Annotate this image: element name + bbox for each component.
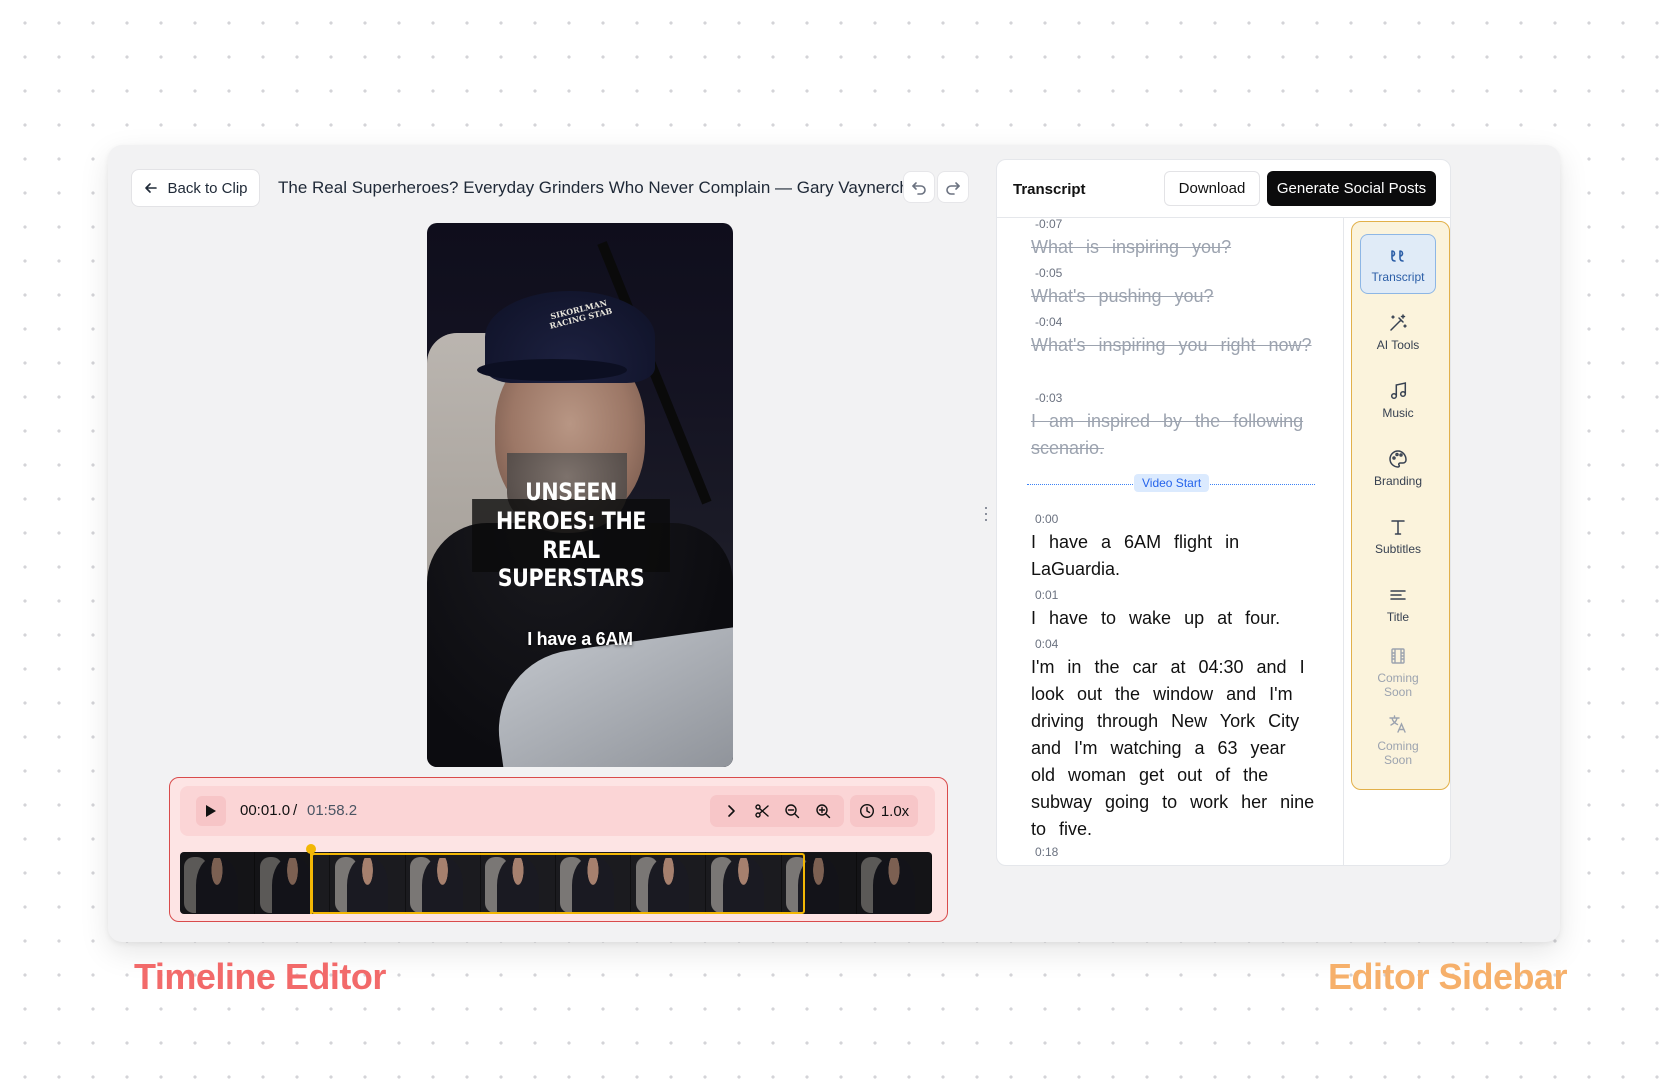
sidebar-item-title[interactable]: Title bbox=[1360, 574, 1436, 634]
filmstrip-frame bbox=[406, 852, 481, 914]
clip-title: The Real Superheroes? Everyday Grinders … bbox=[278, 178, 927, 197]
segment-text[interactable]: I am inspired by the following scenario. bbox=[1031, 408, 1316, 462]
sidebar-item-subtitles[interactable]: Subtitles bbox=[1360, 506, 1436, 566]
segment-timestamp: -0:07 bbox=[1035, 218, 1063, 231]
sidebar-item-ai-tools[interactable]: AI Tools bbox=[1360, 302, 1436, 362]
undo-icon bbox=[912, 182, 926, 195]
sidebar-item-branding[interactable]: Branding bbox=[1360, 438, 1436, 498]
arrow-left-icon bbox=[145, 183, 158, 193]
sidebar-item-label: Title bbox=[1386, 609, 1410, 624]
video-subtitle: I have a 6AM bbox=[527, 629, 633, 649]
expand-button[interactable] bbox=[718, 798, 744, 824]
timeline-tools bbox=[710, 795, 844, 827]
speed-value: 1.0x bbox=[880, 802, 910, 820]
segment-timestamp: 0:01 bbox=[1035, 588, 1059, 602]
editor-sidebar-callout: Editor Sidebar bbox=[1328, 956, 1568, 997]
back-to-clip-button[interactable]: Back to Clip bbox=[131, 169, 260, 207]
clock-icon bbox=[859, 803, 874, 819]
transcript-segment[interactable]: 0:01 I have to wake up at four. bbox=[1031, 588, 1316, 632]
text-icon bbox=[1391, 519, 1405, 535]
segment-timestamp: -0:05 bbox=[1035, 266, 1063, 280]
sidebar-item-label: Coming Soon bbox=[1377, 670, 1419, 699]
redo-icon bbox=[946, 182, 960, 195]
panel-resize-handle[interactable] bbox=[982, 507, 990, 521]
segment-timestamp: 0:04 bbox=[1035, 637, 1059, 651]
music-note-icon bbox=[1390, 381, 1407, 399]
play-icon bbox=[206, 805, 216, 817]
play-button[interactable] bbox=[196, 796, 226, 826]
transcript-segment-deleted[interactable]: -0:04 What's inspiring you right now? bbox=[1031, 315, 1316, 359]
timeline-editor-callout: Timeline Editor bbox=[134, 956, 386, 997]
filmstrip-frame bbox=[706, 852, 782, 914]
timeline-editor: 00:01.0 / 01:58.2 1.0x bbox=[169, 777, 948, 922]
scissors-icon bbox=[755, 804, 769, 818]
transcript-segment[interactable]: 0:04 I'm in the car at 04:30 and I look … bbox=[1031, 637, 1316, 843]
playback-speed-button[interactable]: 1.0x bbox=[850, 795, 918, 827]
segment-timestamp: 0:00 bbox=[1035, 512, 1059, 526]
current-time: 00:01.0 bbox=[240, 802, 291, 819]
filmstrip-frame bbox=[481, 852, 557, 914]
quote-icon bbox=[1391, 249, 1404, 262]
filmstrip-frame bbox=[631, 852, 707, 914]
video-preview[interactable]: SIKORLMAN RACING STAB UNSEEN HEROES: THE… bbox=[427, 223, 733, 767]
video-start-badge: Video Start bbox=[1134, 474, 1210, 492]
video-cap-brim bbox=[477, 359, 627, 381]
sidebar-item-coming-soon-translate: Coming Soon bbox=[1360, 710, 1436, 770]
sidebar-item-label: Music bbox=[1382, 405, 1414, 420]
filmstrip-frame bbox=[556, 852, 632, 914]
palette-icon bbox=[1389, 449, 1407, 468]
zoom-in-button[interactable] bbox=[810, 798, 836, 824]
editor-window: Back to Clip The Real Superheroes? Every… bbox=[108, 145, 1560, 942]
translate-icon bbox=[1389, 714, 1406, 733]
segment-text[interactable]: What is inspiring you? bbox=[1031, 234, 1316, 261]
filmstrip-frame bbox=[330, 852, 406, 914]
back-label: Back to Clip bbox=[167, 179, 248, 197]
segment-text[interactable]: I'm in the car at 04:30 and I look out t… bbox=[1031, 654, 1316, 843]
redo-button[interactable] bbox=[937, 171, 969, 203]
segment-timestamp: 0:18 bbox=[1035, 845, 1059, 859]
zoom-out-icon bbox=[785, 804, 800, 819]
segment-text[interactable]: I have a 6AM flight in LaGuardia. bbox=[1031, 529, 1316, 583]
sidebar-item-label: Coming Soon bbox=[1377, 738, 1419, 767]
transcript-segment[interactable]: 0:18 bbox=[1031, 845, 1316, 862]
sidebar-item-label: AI Tools bbox=[1376, 337, 1420, 352]
segment-timestamp: -0:04 bbox=[1035, 315, 1063, 329]
trimmed-region-left bbox=[180, 852, 311, 914]
film-icon bbox=[1391, 647, 1405, 664]
transcript-segment-deleted[interactable]: -0:07 What is inspiring you? bbox=[1031, 218, 1316, 261]
sidebar-item-label: Transcript bbox=[1371, 269, 1425, 284]
transcript-panel: Transcript Download Generate Social Post… bbox=[996, 159, 1451, 866]
download-button[interactable]: Download bbox=[1164, 171, 1260, 206]
video-title-caption: UNSEEN HEROES: THE REAL SUPERSTARS bbox=[472, 478, 670, 592]
panel-title: Transcript bbox=[1013, 181, 1086, 198]
sidebar-item-label: Subtitles bbox=[1374, 541, 1422, 556]
magic-wand-icon bbox=[1390, 313, 1407, 331]
sidebar-item-coming-soon-video: Coming Soon bbox=[1360, 642, 1436, 702]
transcript-segment[interactable]: 0:00 I have a 6AM flight in LaGuardia. bbox=[1031, 512, 1316, 583]
chevron-right-icon bbox=[728, 805, 736, 817]
sidebar-item-transcript[interactable]: Transcript bbox=[1360, 234, 1436, 294]
generate-social-posts-button[interactable]: Generate Social Posts bbox=[1267, 171, 1436, 206]
transcript-list[interactable]: -0:07 What is inspiring you? -0:05 What'… bbox=[997, 218, 1344, 865]
zoom-in-icon bbox=[816, 804, 830, 819]
segment-text[interactable]: I have to wake up at four. bbox=[1031, 605, 1316, 632]
align-icon bbox=[1390, 589, 1406, 600]
segment-text[interactable]: What's inspiring you right now? bbox=[1031, 332, 1316, 359]
sidebar-item-label: Branding bbox=[1373, 473, 1423, 488]
total-time: 01:58.2 bbox=[307, 802, 358, 819]
panel-header: Transcript Download Generate Social Post… bbox=[997, 160, 1450, 218]
zoom-out-button[interactable] bbox=[779, 798, 805, 824]
playback-controls: 00:01.0 / 01:58.2 1.0x bbox=[180, 786, 935, 836]
editor-sidebar: Transcript AI Tools Music Branding Subti… bbox=[1351, 221, 1450, 790]
playhead[interactable] bbox=[306, 844, 316, 914]
undo-button[interactable] bbox=[903, 171, 935, 203]
segment-timestamp: -0:03 bbox=[1035, 391, 1063, 405]
trimmed-region-right bbox=[805, 852, 932, 914]
transcript-segment-deleted[interactable]: -0:05 What's pushing you? bbox=[1031, 266, 1316, 310]
time-separator: / bbox=[293, 802, 298, 819]
sidebar-item-music[interactable]: Music bbox=[1360, 370, 1436, 430]
split-button[interactable] bbox=[749, 798, 775, 824]
transcript-segment-deleted[interactable]: -0:03 I am inspired by the following sce… bbox=[1031, 391, 1316, 462]
segment-text[interactable]: What's pushing you? bbox=[1031, 283, 1316, 310]
